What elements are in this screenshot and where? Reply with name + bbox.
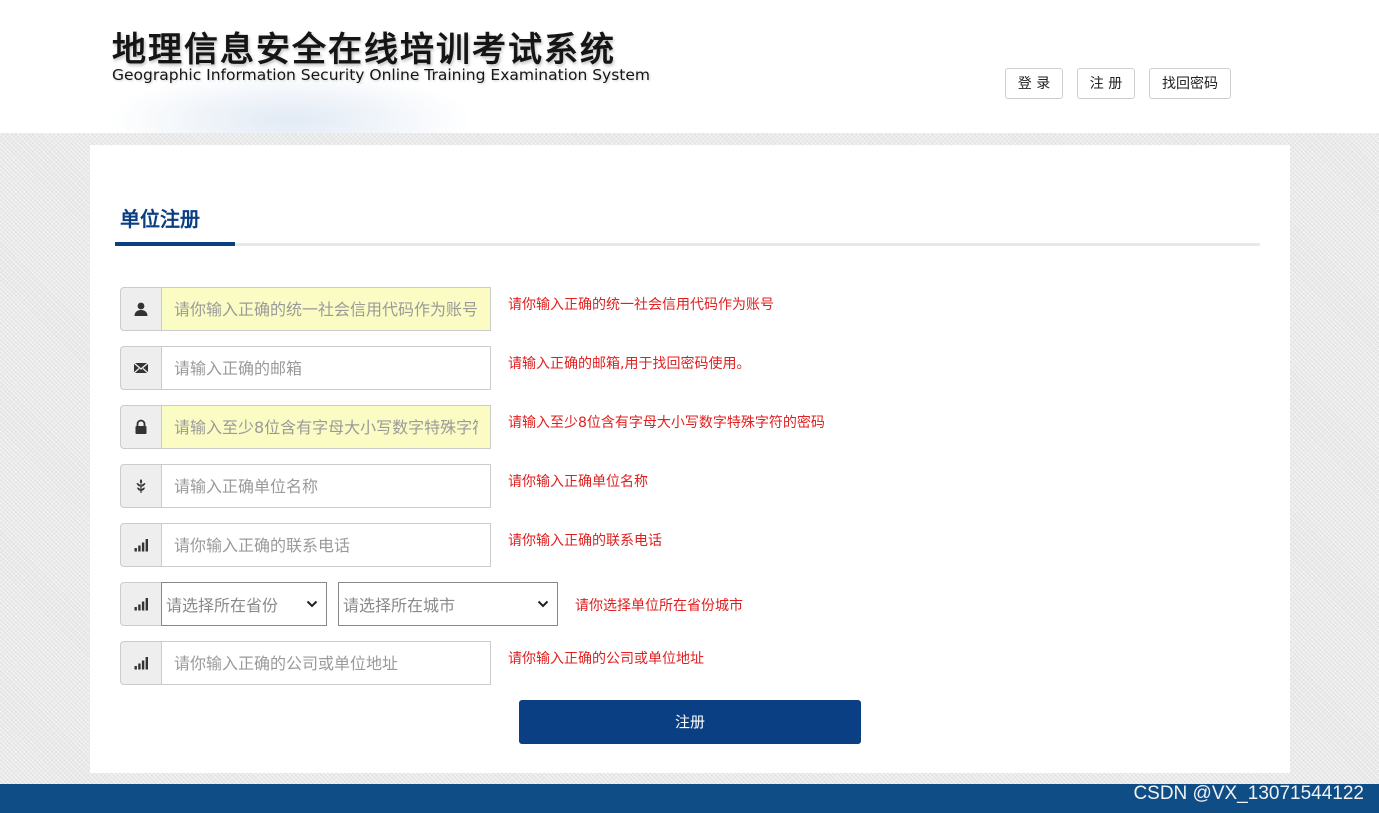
- chevron-down-icon: [537, 600, 549, 608]
- email-hint: 请输入正确的邮箱,用于找回密码使用。: [508, 356, 751, 372]
- user-icon: [120, 287, 161, 331]
- location-row: 请选择所在省份 请选择所在城市 请你选择单位所在省份城市: [120, 582, 920, 626]
- city-select-value: 请选择所在城市: [343, 596, 456, 615]
- signal-icon: [120, 641, 161, 685]
- lock-icon: [120, 405, 161, 449]
- email-input[interactable]: [161, 346, 491, 390]
- phone-input[interactable]: [161, 523, 491, 567]
- password-row: 请输入至少8位含有字母大小写数字特殊字符的密码: [120, 405, 920, 449]
- envelope-icon: [120, 346, 161, 390]
- unit-name-row: 请你输入正确单位名称: [120, 464, 820, 508]
- chevron-down-icon: [306, 600, 318, 608]
- title-underline-accent: [115, 242, 235, 246]
- credit-code-row: 请你输入正确的统一社会信用代码作为账号: [120, 287, 820, 331]
- login-button[interactable]: 登 录: [1005, 68, 1063, 99]
- register-nav-button[interactable]: 注 册: [1077, 68, 1135, 99]
- signal-icon: [120, 582, 161, 626]
- address-row: 请你输入正确的公司或单位地址: [120, 641, 820, 685]
- signal-icon: [120, 523, 161, 567]
- province-select[interactable]: 请选择所在省份: [161, 582, 327, 626]
- logo-title-en: Geographic Information Security Online T…: [112, 66, 651, 84]
- phone-hint: 请你输入正确的联系电话: [508, 533, 662, 549]
- city-select[interactable]: 请选择所在城市: [338, 582, 558, 626]
- address-input[interactable]: [161, 641, 491, 685]
- logo-title-cn: 地理信息安全在线培训考试系统: [112, 30, 616, 70]
- phone-row: 请你输入正确的联系电话: [120, 523, 820, 567]
- password-hint: 请输入至少8位含有字母大小写数字特殊字符的密码: [508, 415, 825, 431]
- password-input[interactable]: [161, 405, 491, 449]
- credit-code-hint: 请你输入正确的统一社会信用代码作为账号: [508, 297, 774, 313]
- unit-name-input[interactable]: [161, 464, 491, 508]
- submit-register-button[interactable]: 注册: [519, 700, 861, 744]
- recover-password-button[interactable]: 找回密码: [1149, 68, 1231, 99]
- credit-code-input[interactable]: [161, 287, 491, 331]
- province-select-value: 请选择所在省份: [166, 596, 279, 615]
- title-divider: [115, 243, 1260, 246]
- unit-name-hint: 请你输入正确单位名称: [508, 474, 648, 490]
- address-hint: 请你输入正确的公司或单位地址: [508, 651, 704, 667]
- page-title: 单位注册: [120, 207, 200, 231]
- header: 地理信息安全在线培训考试系统 Geographic Information Se…: [0, 0, 1379, 133]
- leaf-icon: [120, 464, 161, 508]
- email-row: 请输入正确的邮箱,用于找回密码使用。: [120, 346, 820, 390]
- watermark: CSDN @VX_13071544122: [1133, 783, 1364, 804]
- location-hint: 请你选择单位所在省份城市: [575, 598, 743, 614]
- registration-panel: 单位注册 请你输入正确的统一社会信用代码作为账号 请输入正确的邮箱,用于找回密码…: [90, 145, 1290, 773]
